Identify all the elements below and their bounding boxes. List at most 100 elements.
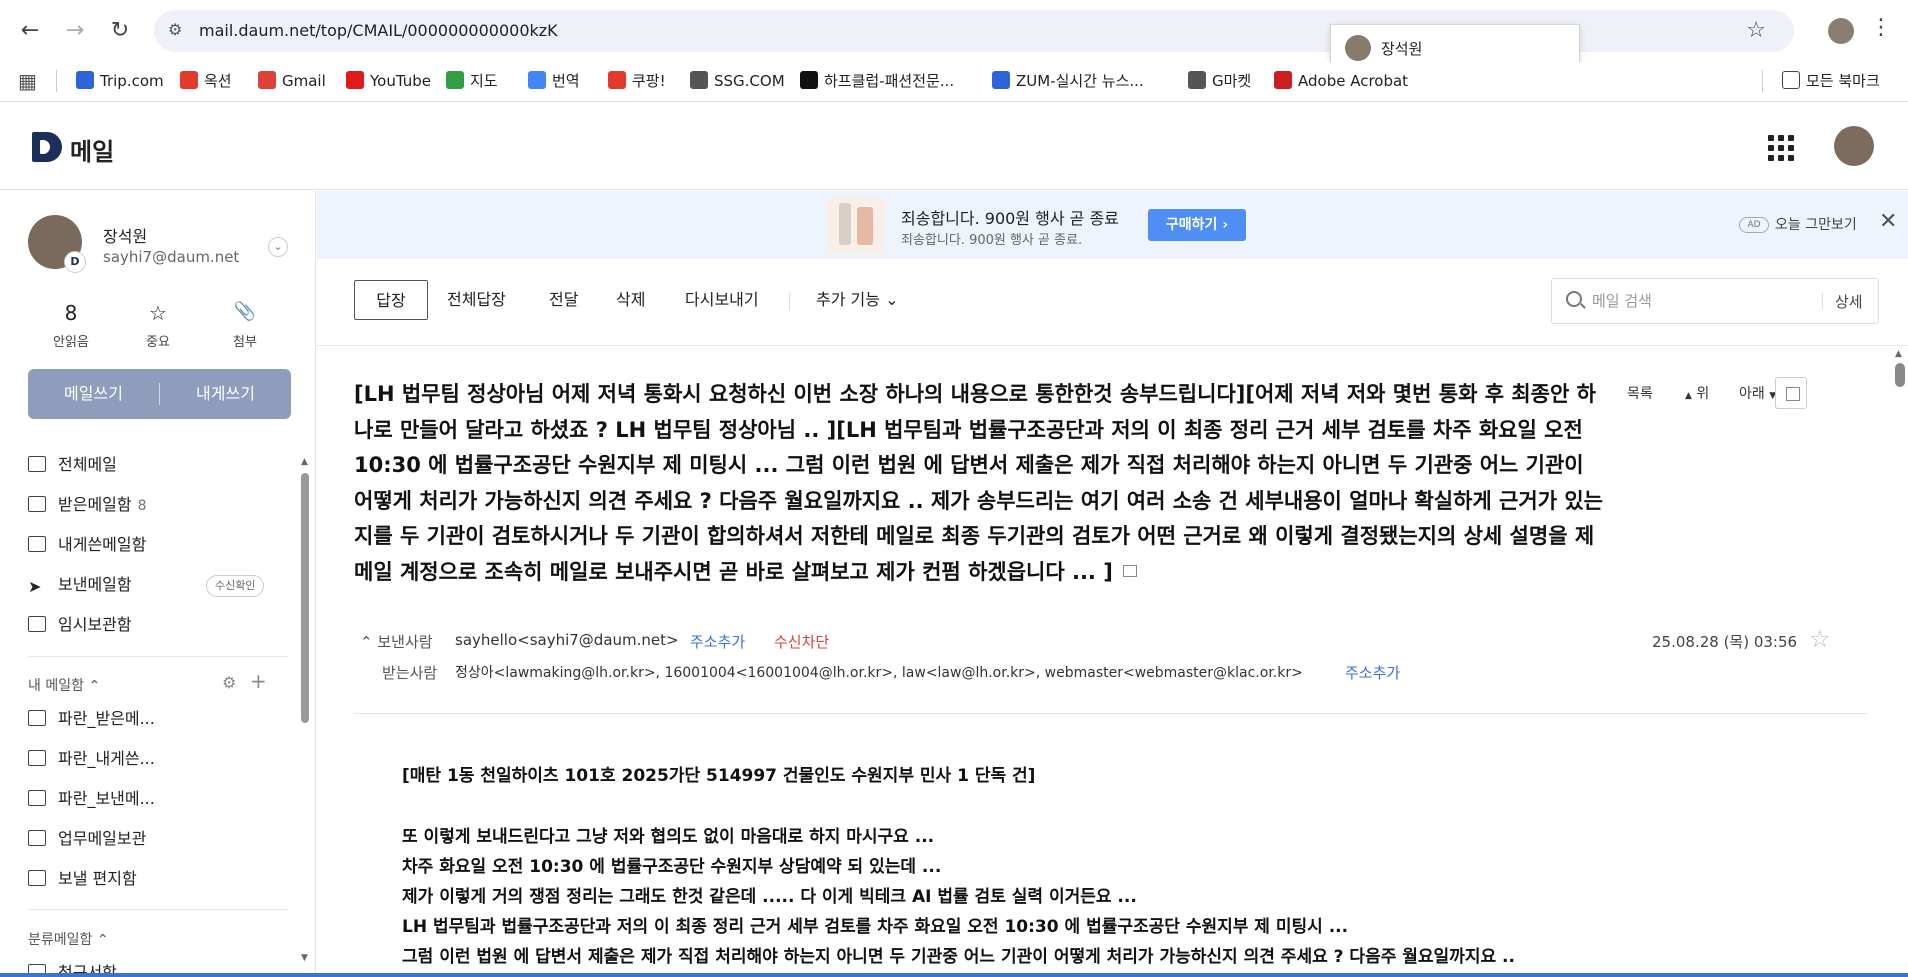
main-scrollbar[interactable]: ▲	[1892, 347, 1908, 977]
reply-button[interactable]: 답장	[354, 280, 428, 320]
compose-button[interactable]: 메일쓰기	[28, 369, 159, 419]
ad-buy-label: 구매하기	[1165, 217, 1218, 233]
my-folder-item[interactable]: 보낼 편지함	[28, 865, 137, 893]
bookmark-label: 번역	[552, 72, 580, 90]
scroll-up-icon[interactable]: ▲	[301, 457, 308, 467]
folder-label: 전체메일	[58, 455, 117, 474]
from-address[interactable]: sayhello<sayhi7@daum.net>	[455, 631, 679, 649]
prev-message-button[interactable]: ▲ 위	[1685, 383, 1709, 403]
read-receipt-button[interactable]: 수신확인	[206, 575, 265, 597]
print-icon[interactable]	[1775, 377, 1807, 409]
write-to-self-button[interactable]: 내게쓰기	[160, 369, 291, 419]
bookmark-item[interactable]: 지도	[446, 66, 498, 96]
list-button[interactable]: 목록	[1627, 383, 1653, 403]
header-avatar[interactable]	[1834, 126, 1874, 166]
chrome-menu-icon[interactable]: ⋮	[1870, 15, 1892, 40]
all-bookmarks[interactable]: 모든 북마크	[1782, 66, 1880, 96]
bookmark-item[interactable]: Adobe Acrobat	[1274, 66, 1408, 96]
category-label: 분류메일함	[28, 932, 93, 948]
bookmark-favicon-icon	[1274, 71, 1292, 89]
sidebar-scroll-thumb[interactable]	[301, 473, 309, 723]
more-actions-button[interactable]: 추가 기능 ⌄	[816, 280, 898, 320]
folder-inbox[interactable]: 받은메일함 8	[28, 491, 147, 519]
close-icon[interactable]: ✕	[1879, 209, 1897, 234]
copy-icon[interactable]	[1122, 564, 1137, 577]
block-sender-link[interactable]: 수신차단	[774, 631, 829, 652]
bookmark-item[interactable]: Trip.com	[76, 66, 164, 96]
folder-icon	[28, 790, 46, 806]
bookmark-item[interactable]: ZUM-실시간 뉴스...	[992, 66, 1144, 96]
stat-unread[interactable]: 8 안읽음	[36, 301, 106, 350]
my-folder-item[interactable]: 업무메일보관	[28, 825, 146, 853]
from-label[interactable]: ⌃ 보낸사람	[360, 631, 433, 652]
search-icon[interactable]	[1566, 291, 1582, 307]
add-contact-link[interactable]: 주소추가	[690, 631, 745, 652]
delete-button[interactable]: 삭제	[616, 280, 645, 320]
stat-important[interactable]: ☆ 중요	[123, 301, 193, 350]
ad-dismiss-today[interactable]: 오늘 그만보기	[1775, 214, 1857, 234]
next-message-button[interactable]: 아래 ▼	[1739, 383, 1776, 403]
advanced-search-button[interactable]: 상세	[1835, 291, 1863, 312]
back-icon[interactable]: ←	[16, 17, 44, 45]
message-toolbar: 답장 전체답장 전달 삭제 다시보내기 추가 기능 ⌄ 상세	[317, 260, 1908, 346]
bookmark-item[interactable]: G마켓	[1188, 66, 1251, 96]
app-title[interactable]: 메일	[70, 132, 114, 167]
my-folder-item[interactable]: 파란_받은메...	[28, 705, 155, 733]
scroll-up-icon[interactable]: ▲	[1895, 349, 1902, 359]
address-url[interactable]: mail.daum.net/top/CMAIL/000000000000kzK	[199, 21, 558, 40]
ad-product-image[interactable]	[827, 197, 885, 253]
account-toggle-icon[interactable]: ⌄	[268, 237, 288, 257]
sidebar-scrollbar[interactable]: ▲	[300, 457, 310, 971]
bookmark-item[interactable]: 번역	[528, 66, 580, 96]
daum-logo-icon[interactable]	[32, 132, 62, 162]
bookmark-item[interactable]: Gmail	[258, 66, 326, 96]
bookmark-item[interactable]: SSG.COM	[690, 66, 785, 96]
resend-button[interactable]: 다시보내기	[685, 280, 759, 320]
settings-gear-icon[interactable]: ⚙	[222, 673, 236, 692]
folder-icon	[28, 616, 46, 632]
reload-icon[interactable]: ↻	[106, 17, 134, 45]
apps-grid-icon[interactable]: ▦	[18, 69, 37, 93]
forward-button[interactable]: 전달	[549, 280, 578, 320]
to-addresses[interactable]: 정상아<lawmaking@lh.or.kr>, 16001004<160010…	[455, 662, 1303, 682]
folder-label: 파란_받은메...	[58, 709, 155, 728]
folder-sent[interactable]: ➤ 보낸메일함	[28, 571, 132, 599]
bookmark-item[interactable]: 쿠팡!	[608, 66, 666, 96]
bookmark-label: Adobe Acrobat	[1298, 72, 1409, 90]
my-folders-title[interactable]: 내 메일함 ⌃	[28, 675, 100, 695]
apps-menu-icon[interactable]	[1768, 135, 1794, 161]
add-contact-link[interactable]: 주소추가	[1345, 662, 1400, 683]
paperclip-icon: 📎	[233, 301, 257, 322]
bookmark-label: Gmail	[282, 72, 326, 90]
mail-search-input[interactable]	[1592, 287, 1802, 315]
chevron-up-icon: ⌃	[96, 932, 109, 948]
my-folder-item[interactable]: 파란_보낸메...	[28, 785, 155, 813]
my-folder-item[interactable]: 파란_내게쓴...	[28, 745, 155, 773]
folder-icon	[28, 830, 46, 846]
forward-icon[interactable]: →	[61, 17, 89, 45]
user-avatar[interactable]: D	[28, 215, 86, 273]
add-folder-icon[interactable]: +	[250, 669, 267, 693]
scroll-down-icon[interactable]: ▼	[301, 953, 308, 963]
ad-title[interactable]: 죄송합니다. 900원 행사 곧 종료	[901, 205, 1119, 229]
category-folders-title[interactable]: 분류메일함 ⌃	[28, 929, 109, 949]
app-header: 메일	[0, 102, 1908, 190]
bookmark-item[interactable]: 하프클럽-패션전문...	[800, 66, 954, 96]
folder-drafts[interactable]: 임시보관함	[28, 611, 132, 639]
mail-search-box: 상세	[1551, 278, 1879, 324]
main-scroll-thumb[interactable]	[1895, 363, 1905, 387]
bookmark-item[interactable]: YouTube	[346, 66, 431, 96]
bookmark-label: G마켓	[1212, 72, 1252, 90]
stat-label: 첨부	[233, 335, 257, 350]
bookmark-item[interactable]: 옥션	[180, 66, 232, 96]
folder-self-mail[interactable]: 내게쓴메일함	[28, 531, 146, 559]
site-info-icon[interactable]: ⚙	[168, 20, 182, 39]
folder-all-mail[interactable]: 전체메일	[28, 451, 117, 479]
inbox-icon	[28, 496, 46, 512]
stat-attachment[interactable]: 📎 첨부	[210, 301, 280, 350]
chrome-profile-avatar[interactable]	[1828, 18, 1854, 44]
reply-all-button[interactable]: 전체답장	[447, 280, 506, 320]
bookmark-star-icon[interactable]: ☆	[1746, 18, 1766, 43]
star-icon[interactable]: ☆	[1809, 625, 1831, 653]
ad-buy-button[interactable]: 구매하기 ›	[1148, 209, 1246, 241]
